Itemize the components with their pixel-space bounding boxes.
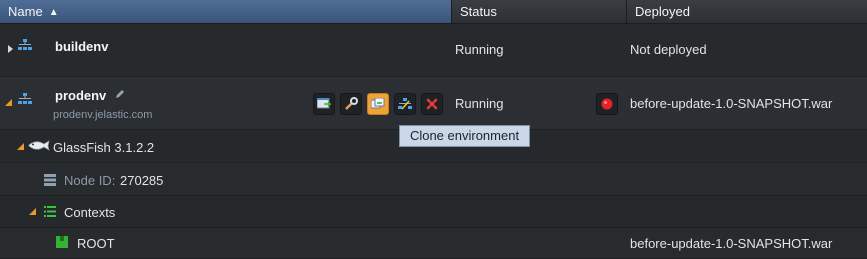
server-node-icon	[44, 174, 56, 186]
close-icon	[426, 98, 438, 110]
environment-row-prodenv[interactable]: prodenv prodenv.jelastic.com Running bef…	[0, 77, 867, 130]
glassfish-icon	[28, 140, 50, 151]
grid-header: Name ▲ Status Deployed	[0, 0, 867, 24]
deployed-value: Not deployed	[630, 42, 707, 57]
column-status-label: Status	[460, 4, 497, 19]
column-deployed-label: Deployed	[635, 4, 690, 19]
topology-edit-icon	[398, 98, 412, 110]
sort-ascending-icon: ▲	[48, 7, 59, 18]
clone-icon	[371, 98, 385, 109]
wrench-icon	[345, 97, 358, 110]
column-name-label: Name	[8, 4, 43, 19]
collapse-arrow-icon[interactable]	[29, 208, 36, 215]
tree-row-node[interactable]: Node ID: 270285	[0, 163, 867, 196]
config-window-icon	[317, 98, 331, 109]
contexts-label: Contexts	[64, 205, 116, 220]
context-package-icon	[56, 236, 68, 248]
node-id-label: Node ID:	[64, 173, 116, 188]
delete-environment-button[interactable]	[421, 93, 443, 115]
pencil-icon[interactable]	[114, 89, 125, 100]
deployed-value: before-update-1.0-SNAPSHOT.war	[630, 96, 833, 111]
tree-row-contexts[interactable]: Contexts	[0, 196, 867, 228]
settings-button[interactable]	[340, 93, 362, 115]
collapse-arrow-icon[interactable]	[17, 143, 24, 150]
environment-name[interactable]: buildenv	[55, 39, 108, 54]
column-header-status[interactable]: Status	[452, 0, 627, 23]
contexts-list-icon	[44, 206, 56, 217]
environment-topology-icon	[18, 39, 32, 50]
collapse-arrow-icon[interactable]	[5, 99, 12, 106]
context-name: ROOT	[77, 236, 115, 251]
stop-icon	[601, 98, 613, 110]
context-deployed-value: before-update-1.0-SNAPSHOT.war	[630, 236, 833, 251]
environment-row-buildenv[interactable]: buildenv Running Not deployed	[0, 24, 867, 77]
column-header-name[interactable]: Name ▲	[0, 0, 452, 23]
environment-name[interactable]: prodenv	[55, 88, 106, 103]
clone-environment-tooltip: Clone environment	[399, 125, 530, 147]
column-header-deployed[interactable]: Deployed	[627, 0, 867, 23]
stop-environment-button[interactable]	[596, 93, 618, 115]
environment-status: Running	[455, 42, 504, 57]
config-button[interactable]	[313, 93, 335, 115]
environment-domain[interactable]: prodenv.jelastic.com	[53, 109, 152, 121]
clone-environment-button[interactable]	[367, 93, 389, 115]
change-topology-button[interactable]	[394, 93, 416, 115]
node-id-value: 270285	[120, 173, 164, 188]
server-name: GlassFish 3.1.2.2	[53, 140, 155, 155]
environment-topology-icon	[18, 93, 32, 104]
expand-arrow-icon[interactable]	[8, 45, 13, 53]
environment-status: Running	[455, 96, 504, 111]
tree-row-context-root[interactable]: ROOT before-update-1.0-SNAPSHOT.war	[0, 228, 867, 259]
